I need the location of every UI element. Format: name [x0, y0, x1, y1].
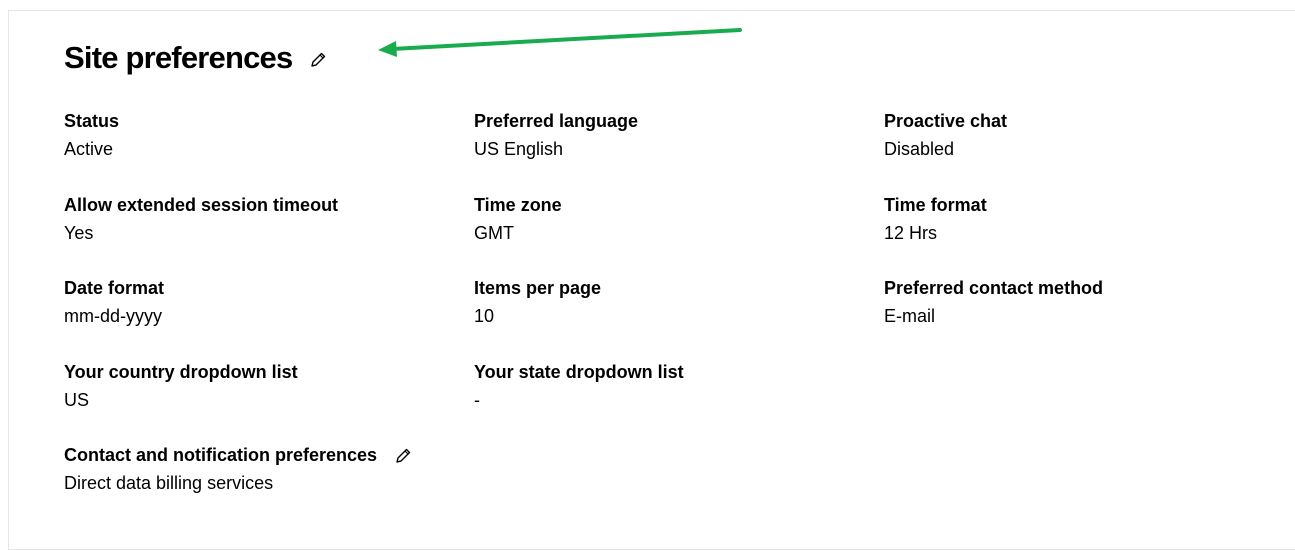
- field-label: Proactive chat: [884, 111, 1008, 131]
- field-label: Your state dropdown list: [474, 362, 684, 382]
- field-label: Date format: [64, 278, 165, 298]
- field-preferred-language: Preferred language US English: [474, 110, 854, 160]
- field-contact-notifications: Contact and notification preferences Dir…: [64, 444, 564, 494]
- field-label: Contact and notification preferences: [64, 445, 378, 465]
- field-value: 10: [474, 306, 495, 326]
- field-value: Direct data billing services: [64, 473, 274, 493]
- field-time-zone: Time zone GMT: [474, 194, 854, 244]
- pencil-icon[interactable]: [308, 50, 328, 70]
- field-label: Time format: [884, 195, 987, 215]
- field-state-dropdown: Your state dropdown list -: [474, 361, 854, 411]
- field-proactive-chat: Proactive chat Disabled: [884, 110, 1264, 160]
- field-value: US English: [474, 139, 564, 159]
- field-contact-method: Preferred contact method E-mail: [884, 277, 1264, 327]
- field-value: US: [64, 390, 90, 410]
- field-label: Status: [64, 111, 120, 131]
- field-label-row: Contact and notification preferences: [64, 444, 564, 466]
- page-title: Site preferences: [64, 40, 293, 75]
- field-value: Active: [64, 139, 114, 159]
- field-value: mm-dd-yyyy: [64, 306, 162, 326]
- field-label: Items per page: [474, 278, 602, 298]
- field-value: Yes: [64, 223, 94, 243]
- field-extended-session: Allow extended session timeout Yes: [64, 194, 444, 244]
- field-label: Allow extended session timeout: [64, 195, 339, 215]
- field-value: Disabled: [884, 139, 955, 159]
- field-label: Your country dropdown list: [64, 362, 298, 382]
- field-value: GMT: [474, 223, 514, 243]
- field-value: 12 Hrs: [884, 223, 938, 243]
- field-label: Time zone: [474, 195, 562, 215]
- field-time-format: Time format 12 Hrs: [884, 194, 1264, 244]
- field-label: Preferred language: [474, 111, 639, 131]
- field-country-dropdown: Your country dropdown list US: [64, 361, 444, 411]
- pencil-icon[interactable]: [393, 445, 413, 465]
- field-value: -: [474, 390, 480, 410]
- title-row: Site preferences: [64, 40, 328, 76]
- field-date-format: Date format mm-dd-yyyy: [64, 277, 444, 327]
- field-value: E-mail: [884, 306, 936, 326]
- field-items-per-page: Items per page 10: [474, 277, 854, 327]
- field-status: Status Active: [64, 110, 444, 160]
- field-label: Preferred contact method: [884, 278, 1104, 298]
